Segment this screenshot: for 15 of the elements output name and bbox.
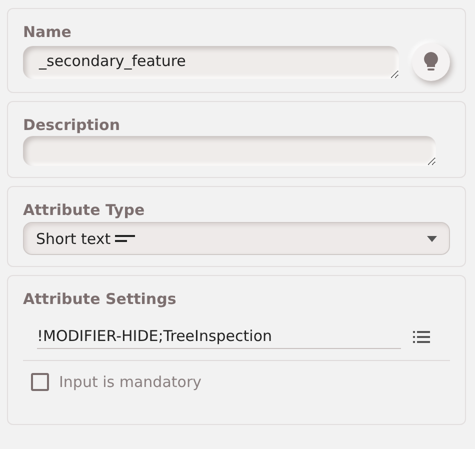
field-label: Attribute Type (23, 201, 146, 219)
lightbulb-icon (423, 51, 439, 73)
field-label: Description (23, 116, 122, 134)
description-field[interactable] (23, 136, 436, 166)
attribute-settings-field[interactable]: !MODIFIER-HIDE;TreeInspection (37, 324, 401, 349)
checkbox[interactable] (31, 373, 49, 391)
dropdown-caret-icon (427, 236, 437, 242)
checkbox-label: Input is mandatory (59, 373, 202, 391)
attribute-type-dropdown[interactable]: Short text (23, 222, 450, 255)
list-icon[interactable] (413, 330, 430, 342)
short-text-icon (114, 234, 135, 242)
field-label: Attribute Settings (23, 290, 178, 308)
name-field[interactable]: _secondary_feature (23, 46, 399, 78)
lightbulb-button[interactable] (412, 43, 450, 81)
field-label: Name (23, 23, 72, 41)
